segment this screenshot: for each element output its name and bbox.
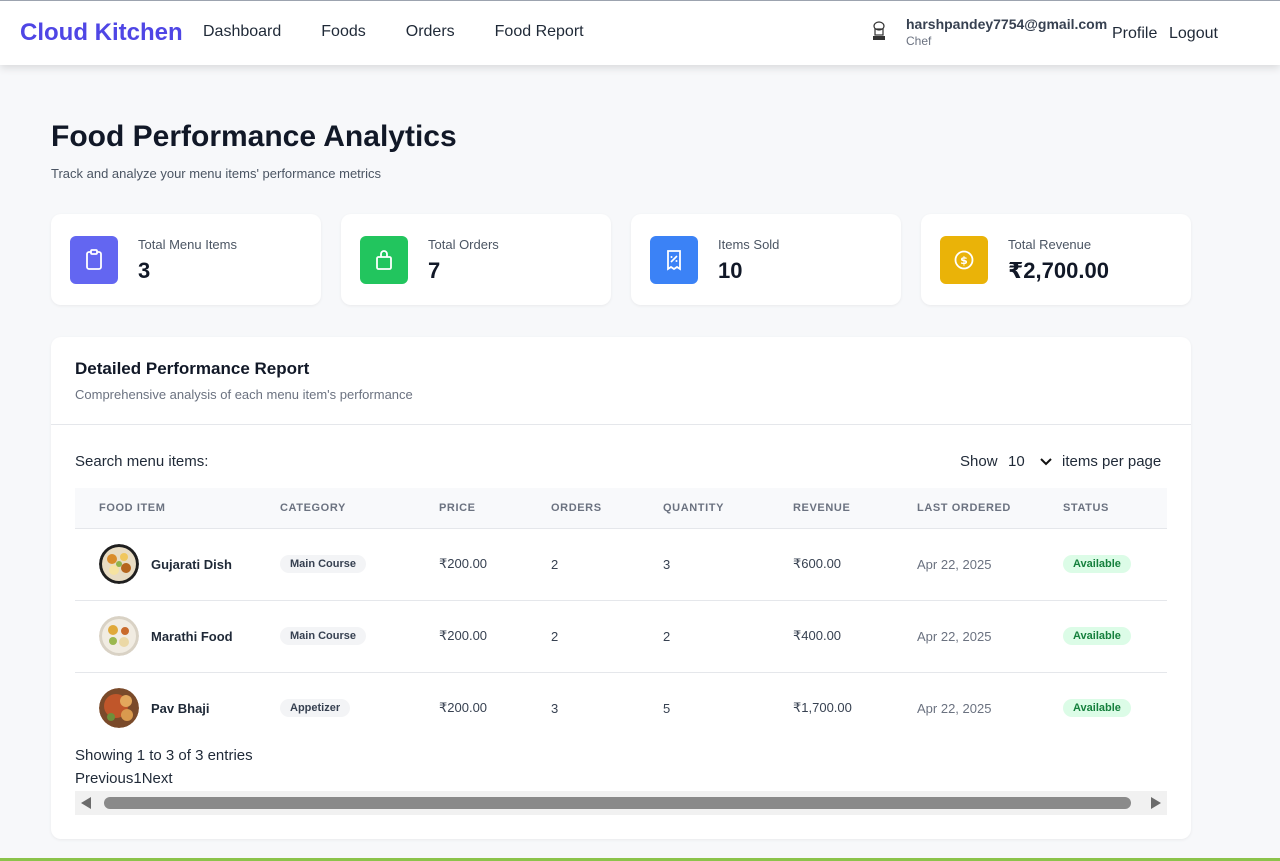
stat-label: Total Menu Items: [138, 237, 237, 252]
column-header[interactable]: LAST ORDERED: [893, 488, 1039, 529]
scroll-thumb[interactable]: [104, 797, 1131, 809]
quantity-cell: 5: [663, 700, 671, 716]
per-page-label: items per page: [1062, 453, 1162, 470]
page-title: Food Performance Analytics: [51, 120, 457, 153]
shopping-bag-icon: [360, 236, 408, 284]
category-badge: Main Course: [280, 627, 367, 645]
report-title: Detailed Performance Report: [75, 359, 310, 378]
clipboard-icon: [70, 236, 118, 284]
stat-label: Total Orders: [428, 237, 499, 252]
table-header-row: FOOD ITEM CATEGORY PRICE ORDERS QUANTITY…: [75, 488, 1167, 529]
page-size-select[interactable]: 10: [1008, 453, 1025, 470]
status-badge: Available: [1063, 555, 1131, 573]
dollar-coin-icon: $: [940, 236, 988, 284]
entries-summary: Showing 1 to 3 of 3 entries: [75, 747, 253, 764]
stat-value: ₹2,700.00: [1008, 258, 1109, 283]
brand-logo[interactable]: Cloud Kitchen: [20, 19, 183, 47]
price-cell: ₹200.00: [439, 556, 488, 571]
divider: [51, 424, 1191, 425]
nav-dashboard[interactable]: Dashboard: [203, 23, 281, 41]
column-header[interactable]: QUANTITY: [639, 488, 769, 529]
column-header[interactable]: PRICE: [415, 488, 527, 529]
chef-avatar-icon: [868, 21, 890, 43]
revenue-cell: ₹1,700.00: [793, 700, 852, 716]
price-cell: ₹200.00: [439, 700, 488, 716]
stat-value: 7: [428, 258, 441, 283]
quantity-cell: 2: [663, 628, 671, 644]
nav-foods[interactable]: Foods: [321, 23, 365, 41]
previous-button[interactable]: Previous: [75, 770, 133, 787]
table-row[interactable]: Pav Bhaji Appetizer ₹200.00 3 5 ₹1,700.0…: [75, 672, 1167, 744]
pagination: Previous 1 Next: [75, 770, 173, 787]
performance-report-card: Detailed Performance Report Comprehensiv…: [51, 337, 1191, 839]
page-subtitle: Track and analyze your menu items' perfo…: [51, 166, 382, 181]
svg-text:$: $: [960, 254, 968, 267]
stat-label: Total Revenue: [1008, 237, 1092, 252]
quantity-cell: 3: [663, 556, 671, 572]
main-nav: Dashboard Foods Orders Food Report: [203, 23, 624, 41]
food-name: Pav Bhaji: [151, 700, 210, 716]
top-navbar: Cloud Kitchen Dashboard Foods Orders Foo…: [0, 0, 1280, 65]
column-header[interactable]: STATUS: [1039, 488, 1167, 529]
user-role: Chef: [906, 34, 932, 48]
show-label: Show: [960, 453, 998, 470]
user-info: harshpandey7754@gmail.com Chef: [868, 16, 1107, 48]
food-thumbnail-marathi-food: [99, 616, 139, 656]
nav-food-report[interactable]: Food Report: [495, 23, 584, 41]
search-label: Search menu items:: [75, 453, 209, 470]
category-badge: Appetizer: [280, 699, 351, 718]
last-ordered-cell: Apr 22, 2025: [917, 628, 992, 644]
food-name: Gujarati Dish: [151, 556, 232, 572]
status-badge: Available: [1063, 699, 1131, 718]
price-cell: ₹200.00: [439, 628, 488, 643]
status-badge: Available: [1063, 627, 1131, 645]
profile-link[interactable]: Profile: [1112, 25, 1157, 43]
category-badge: Main Course: [280, 555, 367, 573]
report-subtitle: Comprehensive analysis of each menu item…: [75, 387, 413, 402]
food-name: Marathi Food: [151, 628, 233, 644]
scroll-right-icon[interactable]: [1151, 797, 1161, 809]
column-header[interactable]: FOOD ITEM: [75, 488, 256, 529]
horizontal-scrollbar[interactable]: [75, 791, 1167, 815]
food-thumbnail-pav-bhaji: [99, 688, 139, 729]
orders-cell: 2: [551, 556, 559, 572]
logout-link[interactable]: Logout: [1169, 25, 1218, 43]
revenue-cell: ₹600.00: [793, 556, 842, 571]
scroll-left-icon[interactable]: [81, 797, 91, 809]
stat-label: Items Sold: [718, 237, 780, 252]
stat-value: 10: [718, 258, 743, 283]
table-row[interactable]: Marathi Food Main Course ₹200.00 2 2 ₹40…: [75, 600, 1167, 672]
last-ordered-cell: Apr 22, 2025: [917, 556, 992, 572]
column-header[interactable]: ORDERS: [527, 488, 639, 529]
table-row[interactable]: Gujarati Dish Main Course ₹200.00 2 3 ₹6…: [75, 528, 1167, 600]
stat-card-total-menu-items: Total Menu Items 3: [51, 214, 321, 305]
food-thumbnail-gujarati-dish: [99, 544, 139, 584]
chevron-down-icon[interactable]: [1039, 455, 1053, 469]
last-ordered-cell: Apr 22, 2025: [917, 700, 992, 716]
stat-value: 3: [138, 258, 151, 283]
revenue-cell: ₹400.00: [793, 628, 842, 643]
orders-cell: 2: [551, 628, 559, 644]
performance-table: FOOD ITEM CATEGORY PRICE ORDERS QUANTITY…: [75, 488, 1167, 744]
stat-card-items-sold: Items Sold 10: [631, 214, 901, 305]
stat-card-total-orders: Total Orders 7: [341, 214, 611, 305]
column-header[interactable]: REVENUE: [769, 488, 893, 529]
next-button[interactable]: Next: [142, 770, 173, 787]
user-email: harshpandey7754@gmail.com: [906, 16, 1108, 32]
column-header[interactable]: CATEGORY: [256, 488, 415, 529]
receipt-icon: [650, 236, 698, 284]
orders-cell: 3: [551, 700, 559, 716]
nav-orders[interactable]: Orders: [406, 23, 455, 41]
stat-card-total-revenue: $ Total Revenue ₹2,700.00: [921, 214, 1191, 305]
page-1-button[interactable]: 1: [133, 770, 141, 787]
